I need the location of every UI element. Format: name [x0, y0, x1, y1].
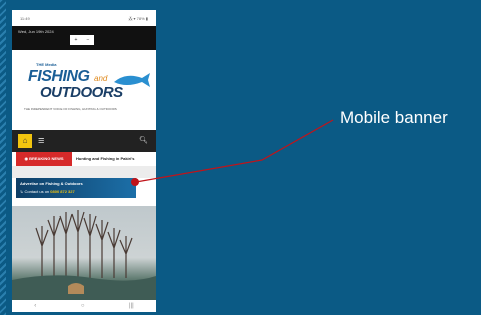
callout-label: Mobile banner: [340, 108, 448, 127]
callout-line: [135, 119, 334, 183]
callout-dot: [131, 178, 139, 186]
